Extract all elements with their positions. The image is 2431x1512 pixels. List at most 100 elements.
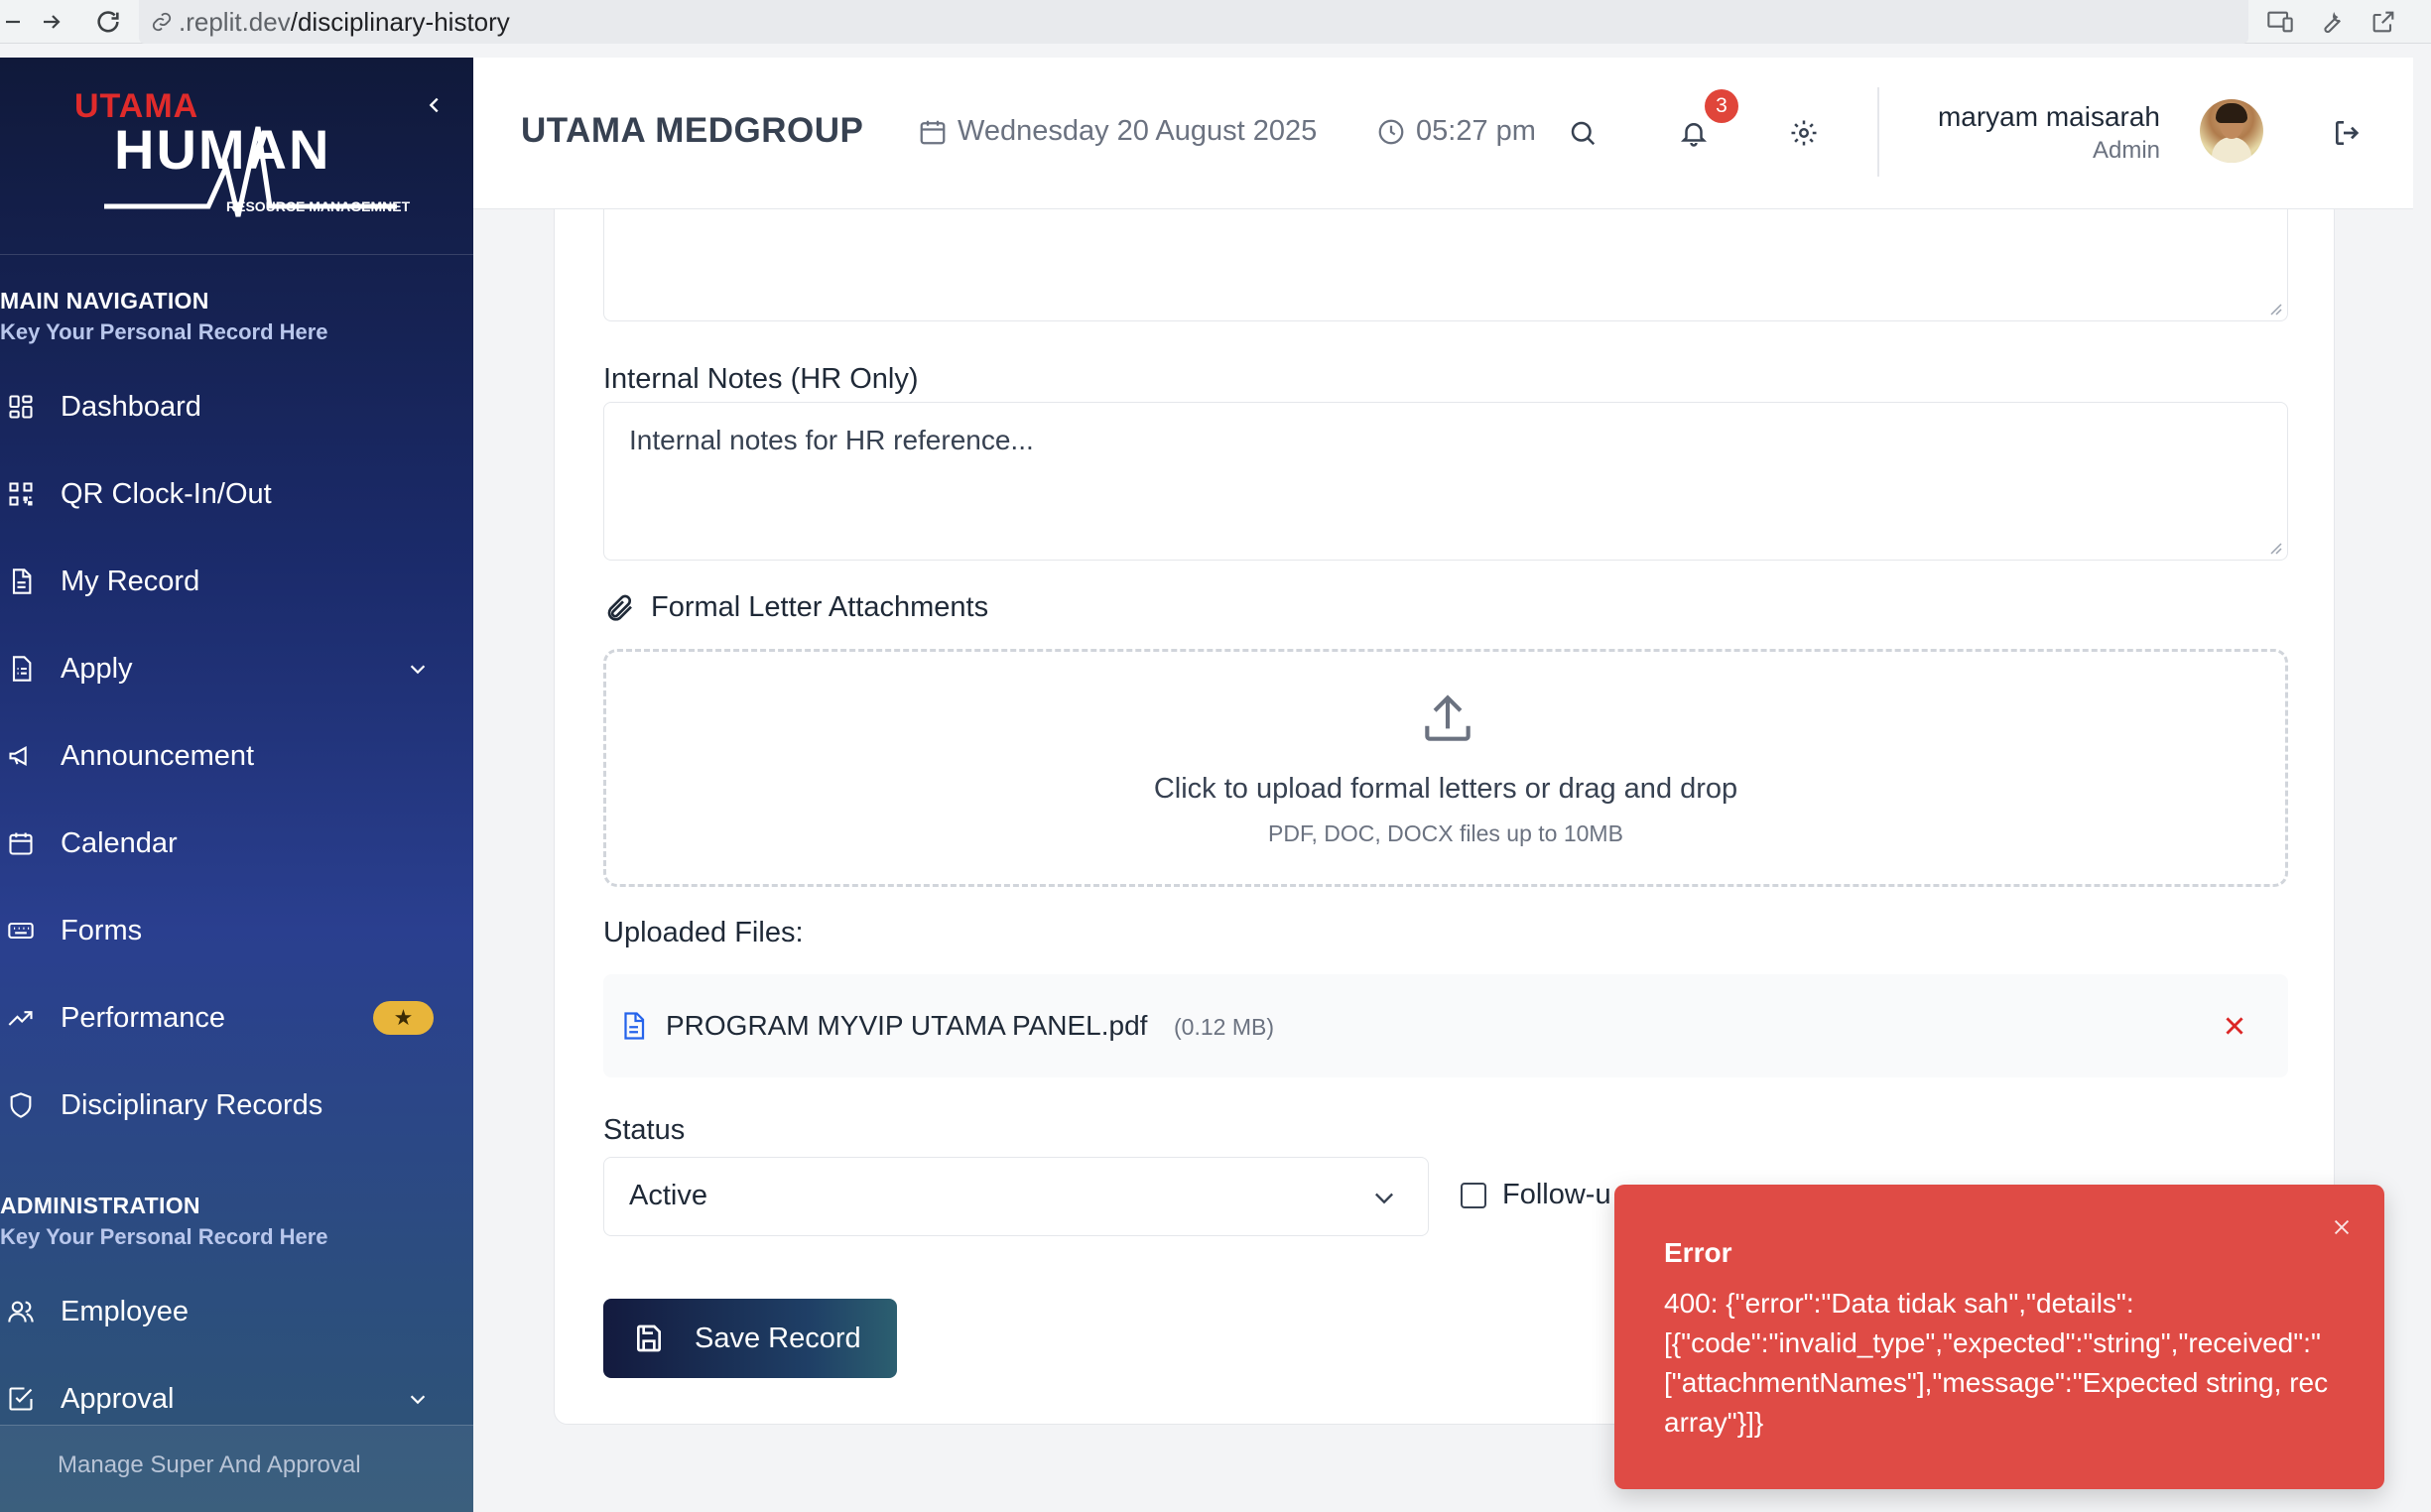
header-time-text: 05:27 pm — [1416, 115, 1536, 147]
upload-file-types: PDF, DOC, DOCX files up to 10MB — [1268, 820, 1623, 846]
bell-icon[interactable] — [1674, 113, 1714, 153]
sidebar-item-performance[interactable]: Performance ★ — [0, 982, 473, 1054]
sidebar-item-announcement[interactable]: Announcement — [0, 720, 473, 792]
notification-badge: 3 — [1705, 89, 1738, 123]
internal-notes-textarea[interactable]: Internal notes for HR reference... — [603, 402, 2288, 561]
uploaded-file-row: PROGRAM MYVIP UTAMA PANEL.pdf (0.12 MB) — [603, 974, 2288, 1077]
logo-sub-text: RESOURCE MANAGEMNET — [226, 198, 411, 214]
address-bar[interactable]: .replit.dev/disciplinary-history — [139, 0, 2248, 44]
sidebar-item-dashboard[interactable]: Dashboard — [0, 371, 473, 442]
browser-toolbar: .replit.dev/disciplinary-history — [0, 0, 2431, 44]
forward-icon[interactable] — [36, 6, 67, 38]
paperclip-icon — [607, 594, 632, 621]
close-icon[interactable] — [2327, 1212, 2357, 1242]
main-navigation-title: MAIN NAVIGATION — [0, 288, 209, 314]
attachments-heading: Formal Letter Attachments — [603, 591, 988, 624]
sidebar-item-label: Forms — [61, 914, 143, 946]
devices-icon[interactable] — [2264, 6, 2296, 38]
header-time: 05:27 pm — [1376, 115, 1536, 148]
company-name: UTAMA MEDGROUP — [521, 111, 864, 150]
sidebar-item-my-record[interactable]: My Record — [0, 546, 473, 617]
toast-message: 400: {"error":"Data tidak sah","details"… — [1664, 1288, 2329, 1438]
chevron-down-icon — [1375, 1193, 1393, 1204]
wrench-icon[interactable] — [2316, 6, 2348, 38]
description-textarea[interactable] — [603, 209, 2288, 321]
sidebar-item-label: Approval — [61, 1382, 175, 1415]
followup-checkbox[interactable] — [1461, 1183, 1486, 1208]
status-select[interactable]: Active — [603, 1157, 1429, 1236]
star-badge: ★ — [373, 1001, 434, 1035]
sidebar-item-employee[interactable]: Employee — [0, 1276, 473, 1347]
sidebar-item-disciplinary-records[interactable]: Disciplinary Records — [0, 1070, 473, 1141]
sidebar-item-label: Dashboard — [61, 390, 201, 423]
keyboard-icon — [6, 916, 36, 945]
search-icon[interactable] — [1563, 113, 1602, 153]
logo-area: UTAMA HUMAN RESOURCE MANAGEMNET — [0, 58, 473, 255]
sidebar-item-label: Apply — [61, 652, 133, 685]
save-record-button[interactable]: Save Record — [603, 1299, 897, 1378]
document-icon — [6, 567, 36, 596]
open-external-icon[interactable] — [2367, 6, 2399, 38]
sidebar: UTAMA HUMAN RESOURCE MANAGEMNET MAIN NAV… — [0, 58, 473, 1512]
sidebar-footer-label: Manage Super And Approval — [58, 1451, 361, 1478]
file-icon — [624, 1012, 645, 1040]
sidebar-item-apply[interactable]: Apply — [0, 633, 473, 704]
gear-icon[interactable] — [1784, 113, 1824, 153]
user-name: maryam maisarah — [1937, 101, 2160, 132]
sidebar-footer[interactable]: Manage Super And Approval — [0, 1425, 473, 1512]
star-icon: ★ — [393, 1005, 414, 1030]
link-icon — [152, 12, 172, 32]
save-record-label: Save Record — [695, 1322, 861, 1354]
form-list-icon — [6, 654, 36, 684]
sidebar-item-qr-clock[interactable]: QR Clock-In/Out — [0, 458, 473, 530]
logout-icon[interactable] — [2328, 113, 2367, 153]
resize-grip-icon — [2270, 304, 2282, 315]
calendar-icon — [920, 120, 946, 144]
chevron-down-icon[interactable] — [403, 1384, 433, 1414]
status-select-value: Active — [629, 1180, 707, 1211]
url-host: .replit.dev — [179, 6, 291, 37]
upload-icon — [1425, 694, 1471, 741]
sidebar-item-label: Disciplinary Records — [61, 1088, 323, 1121]
sidebar-item-label: Performance — [61, 1001, 226, 1034]
megaphone-icon — [6, 741, 36, 771]
remove-file-icon[interactable] — [2217, 1008, 2252, 1044]
reload-icon[interactable] — [92, 6, 124, 38]
header-date: Wednesday 20 August 2025 — [918, 115, 1317, 148]
collapse-sidebar-icon[interactable] — [421, 91, 448, 119]
qr-code-icon — [6, 479, 36, 509]
uploaded-file-name: PROGRAM MYVIP UTAMA PANEL.pdf — [666, 1010, 1148, 1041]
followup-label: Follow-u — [1502, 1179, 1611, 1210]
sidebar-item-calendar[interactable]: Calendar — [0, 808, 473, 879]
calendar-icon — [6, 828, 36, 858]
header-date-text: Wednesday 20 August 2025 — [958, 115, 1318, 147]
administration-title: ADMINISTRATION — [0, 1193, 200, 1218]
clock-icon — [1378, 119, 1404, 144]
top-header: UTAMA MEDGROUP Wednesday 20 August 2025 … — [473, 58, 2413, 209]
chevron-down-icon[interactable] — [403, 654, 433, 684]
users-icon — [6, 1297, 36, 1326]
sidebar-item-label: Employee — [61, 1295, 189, 1327]
sidebar-item-forms[interactable]: Forms — [0, 895, 473, 966]
back-icon[interactable] — [0, 6, 32, 38]
administration-subtitle: Key Your Personal Record Here — [0, 1224, 328, 1249]
main-navigation-subtitle: Key Your Personal Record Here — [0, 319, 328, 344]
save-icon — [637, 1324, 661, 1352]
trending-up-icon — [6, 1003, 36, 1033]
sidebar-item-label: Announcement — [61, 739, 255, 772]
attachments-label: Formal Letter Attachments — [651, 591, 989, 623]
shield-icon — [6, 1090, 36, 1120]
toast-title: Error — [1664, 1237, 1732, 1268]
uploaded-file-size: (0.12 MB) — [1174, 1014, 1274, 1040]
sidebar-item-label: Calendar — [61, 826, 178, 859]
resize-grip-icon — [2270, 543, 2282, 555]
error-toast: Error 400: {"error":"Data tidak sah","de… — [1614, 1185, 2384, 1489]
upload-dropzone[interactable]: Click to upload formal letters or drag a… — [603, 649, 2288, 887]
upload-instructions: Click to upload formal letters or drag a… — [1153, 773, 1738, 805]
url-path: /disciplinary-history — [290, 6, 510, 37]
app-logo[interactable]: UTAMA HUMAN RESOURCE MANAGEMNET — [69, 87, 411, 226]
status-label: Status — [603, 1114, 686, 1146]
dashboard-icon — [6, 392, 36, 422]
uploaded-files-label: Uploaded Files: — [603, 917, 804, 948]
avatar[interactable] — [2200, 99, 2263, 163]
